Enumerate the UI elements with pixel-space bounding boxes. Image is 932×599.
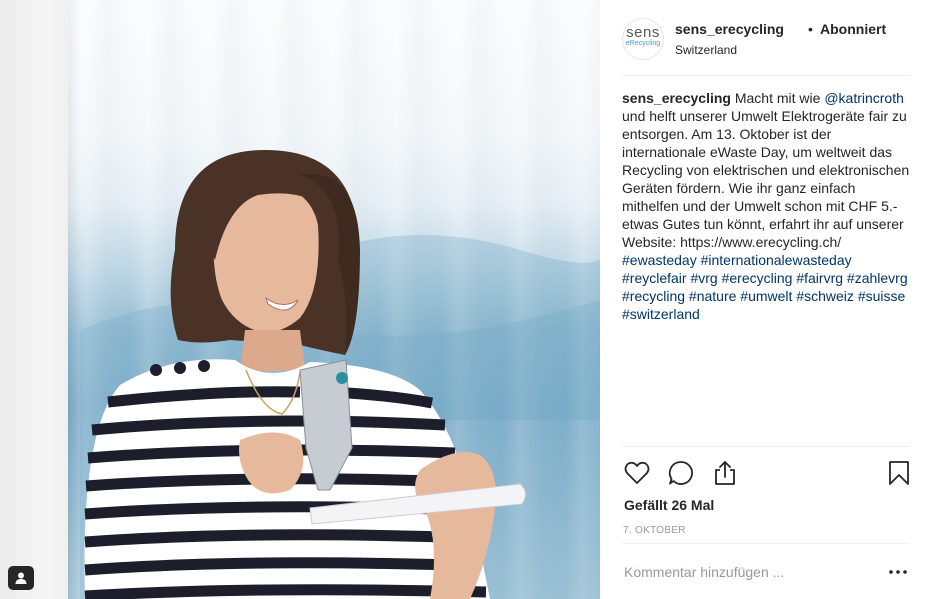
actions-divider xyxy=(622,446,910,447)
hashtag-link[interactable]: #reyclefair xyxy=(622,270,687,286)
hashtag-link[interactable]: #zahlevrg xyxy=(847,270,908,286)
heart-icon[interactable] xyxy=(622,458,652,488)
likes-count[interactable]: Gefällt 26 Mal xyxy=(624,497,714,513)
location-link[interactable]: Switzerland xyxy=(675,43,737,57)
follow-status-button[interactable]: Abonniert xyxy=(820,21,886,37)
comment-divider xyxy=(622,543,910,544)
hashtag-link[interactable]: #nature xyxy=(689,288,736,304)
more-options-icon[interactable] xyxy=(886,560,910,584)
hashtag-link[interactable]: #switzerland xyxy=(622,306,700,322)
share-icon[interactable] xyxy=(710,458,740,488)
caption-username-link[interactable]: sens_erecycling xyxy=(622,90,731,106)
person-illustration xyxy=(80,150,600,599)
action-bar xyxy=(622,458,912,488)
hashtag-link[interactable]: #internationalewasteday xyxy=(701,252,852,268)
hashtag-link[interactable]: #suisse xyxy=(858,288,905,304)
caption-text: und helft unserer Umwelt Elektrogeräte f… xyxy=(622,108,910,250)
hashtag-link[interactable]: #erecycling xyxy=(722,270,793,286)
hashtag-link[interactable]: #vrg xyxy=(690,270,717,286)
separator-dot: • xyxy=(808,21,813,37)
hashtag-link[interactable]: #ewasteday xyxy=(622,252,697,268)
username-link[interactable]: sens_erecycling xyxy=(675,21,784,37)
post-date[interactable]: 7. OKTOBER xyxy=(623,525,686,536)
post-photo[interactable] xyxy=(0,0,600,599)
avatar-brand: sens xyxy=(626,24,660,41)
comment-input[interactable] xyxy=(622,560,872,584)
comment-bubble-icon[interactable] xyxy=(666,458,696,488)
hashtag-link[interactable]: #umwelt xyxy=(740,288,792,304)
user-tag-icon[interactable] xyxy=(8,566,34,590)
hashtag-link[interactable]: #schweiz xyxy=(796,288,854,304)
avatar[interactable]: sens eRecycling xyxy=(622,18,664,60)
mention-link[interactable]: @katrincroth xyxy=(824,90,904,106)
hashtag-link[interactable]: #recycling xyxy=(622,288,685,304)
bookmark-icon[interactable] xyxy=(884,458,914,488)
avatar-sub: eRecycling xyxy=(625,40,661,47)
caption-text: Macht mit wie xyxy=(730,90,825,106)
post-sidebar: sens eRecycling sens_erecycling • Abonni… xyxy=(600,0,932,599)
post-caption: sens_erecycling Macht mit wie @katrincro… xyxy=(622,89,912,323)
hashtag-link[interactable]: #fairvrg xyxy=(796,270,843,286)
post-header: sens eRecycling sens_erecycling • Abonni… xyxy=(622,18,910,76)
